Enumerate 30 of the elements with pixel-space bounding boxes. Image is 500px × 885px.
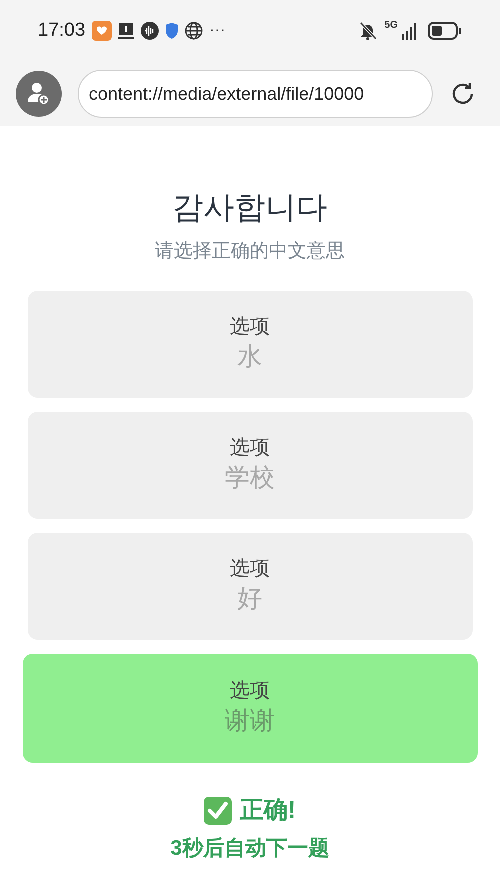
- question-prompt: 请选择正确的中文意思: [155, 240, 345, 264]
- status-time: 17:03: [38, 18, 86, 43]
- more-notifications: ···: [210, 21, 226, 41]
- answer-option[interactable]: 选项 好: [28, 532, 472, 640]
- bell-off-icon: [358, 21, 377, 41]
- answer-option[interactable]: 选项 谢谢: [22, 654, 478, 762]
- option-label: 选项: [230, 315, 270, 340]
- option-label: 选项: [230, 679, 270, 704]
- answer-option[interactable]: 选项 水: [28, 290, 472, 398]
- answer-option[interactable]: 选项 学校: [28, 412, 472, 518]
- sound-wave-icon: [140, 21, 160, 41]
- network-type: 5G: [384, 19, 398, 33]
- url-field[interactable]: content://media/external/file/10000: [78, 70, 433, 118]
- heart-app-icon: [92, 21, 112, 41]
- globe-icon: [184, 21, 204, 41]
- question-word: 감사합니다: [172, 189, 328, 227]
- signal-icon: [402, 22, 418, 40]
- next-question-countdown: 3秒后自动下一题: [170, 836, 330, 862]
- profile-add-icon[interactable]: [16, 71, 62, 117]
- option-label: 选项: [230, 557, 270, 582]
- option-value: 水: [238, 342, 262, 373]
- option-value: 谢谢: [225, 706, 275, 737]
- result-text: 正确!: [240, 796, 296, 826]
- shield-icon: [164, 22, 180, 40]
- info-monitor-icon: [116, 21, 136, 41]
- check-mark-icon: [204, 796, 232, 824]
- battery-icon: [428, 22, 462, 40]
- option-value: 学校: [225, 463, 275, 494]
- option-label: 选项: [230, 436, 270, 461]
- option-value: 好: [238, 584, 262, 615]
